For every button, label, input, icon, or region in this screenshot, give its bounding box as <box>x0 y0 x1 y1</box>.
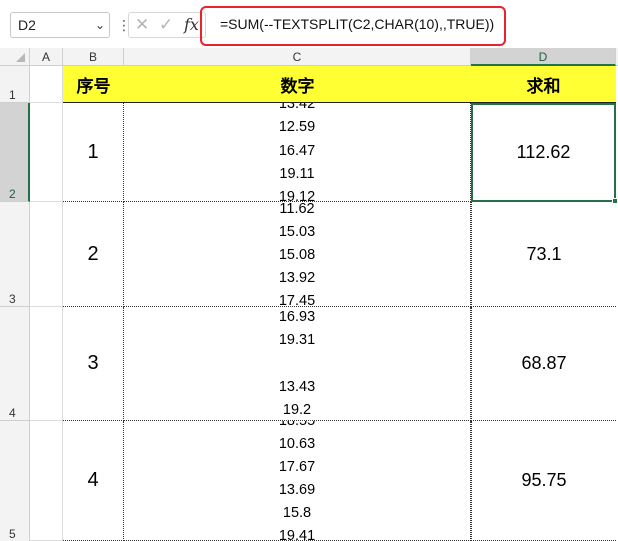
row-number: 5 <box>9 527 16 541</box>
cell-line: 18.55 <box>278 421 316 429</box>
cell-line: 19.41 <box>278 528 316 541</box>
cell-line: 16.47 <box>278 143 316 159</box>
column-header-d[interactable]: D <box>471 48 616 66</box>
cell-b3[interactable]: 2 <box>63 202 124 307</box>
cell-d4[interactable]: 68.87 <box>471 307 616 421</box>
fill-handle[interactable] <box>612 198 618 204</box>
cell-b2[interactable]: 1 <box>63 103 124 202</box>
formula-highlight-annotation <box>200 6 506 46</box>
cancel-icon[interactable]: ✕ <box>135 14 149 36</box>
cell-d3[interactable]: 73.1 <box>471 202 616 307</box>
row-header-bar: 1 2 3 4 5 <box>0 66 30 541</box>
row-header-4[interactable]: 4 <box>0 307 29 421</box>
cell-a5[interactable] <box>30 421 63 541</box>
cell-b4[interactable]: 3 <box>63 307 124 421</box>
select-all-icon <box>16 53 25 62</box>
cell-line: 15.08 <box>278 247 316 263</box>
cell-line: 17.67 <box>278 459 316 475</box>
cell-line: 13.42 <box>278 103 316 112</box>
cell-a3[interactable] <box>30 202 63 307</box>
column-header-bar: A B C D <box>0 48 618 66</box>
cell-c4[interactable]: 16.93 19.31 13.43 19.2 <box>124 307 471 421</box>
row-header-3[interactable]: 3 <box>0 202 29 307</box>
row-number: 2 <box>9 187 16 201</box>
name-box[interactable]: D2 ⌄ <box>10 12 110 38</box>
cell-line: 11.62 <box>279 202 315 217</box>
row-number: 3 <box>9 292 16 306</box>
name-box-value: D2 <box>18 17 36 33</box>
formula-bar-options-icon[interactable]: ⋮ <box>117 14 131 36</box>
cell-a2[interactable] <box>30 103 63 202</box>
cell-c5[interactable]: 18.55 10.63 17.67 13.69 15.8 19.41 <box>124 421 471 541</box>
cell-line: 13.43 <box>278 379 316 395</box>
cell-line: 19.2 <box>282 402 312 418</box>
row-number: 4 <box>9 406 16 420</box>
cell-c3[interactable]: 11.62 15.03 15.08 13.92 17.45 <box>124 202 471 307</box>
cell-line: 19.11 <box>279 166 315 182</box>
cell-d5[interactable]: 95.75 <box>471 421 616 541</box>
select-all-button[interactable] <box>0 48 30 66</box>
chevron-down-icon[interactable]: ⌄ <box>95 17 105 33</box>
cell-line: 19.31 <box>278 332 316 348</box>
formula-bar: D2 ⌄ ⋮ ✕ ✓ fx =SUM(--TEXTSPLIT(C2,CHAR(1… <box>0 0 618 48</box>
insert-function-icon[interactable]: fx <box>184 14 199 36</box>
cell-line: 12.59 <box>278 119 316 135</box>
enter-icon[interactable]: ✓ <box>159 14 173 36</box>
column-header-a[interactable]: A <box>30 48 63 66</box>
cell-b5[interactable]: 4 <box>63 421 124 541</box>
row-header-1[interactable]: 1 <box>0 66 29 103</box>
cell-a4[interactable] <box>30 307 63 421</box>
cell-d1[interactable]: 求和 <box>471 66 616 103</box>
cell-a1[interactable] <box>30 66 63 103</box>
cell-line: 13.92 <box>278 270 316 286</box>
row-number: 1 <box>9 88 16 102</box>
selection-border <box>471 103 616 202</box>
cell-line: 19.12 <box>278 189 316 202</box>
formula-buttons: ✕ ✓ fx <box>128 12 206 38</box>
cell-line: 17.45 <box>278 293 316 307</box>
column-header-c[interactable]: C <box>124 48 471 66</box>
worksheet-grid: 序号 数字 求和 1 13.42 12.59 16.47 19.11 19.12… <box>30 66 618 541</box>
row-header-2[interactable]: 2 <box>0 103 30 202</box>
row-header-5[interactable]: 5 <box>0 421 29 541</box>
cell-line: 16.93 <box>278 309 316 325</box>
column-header-b[interactable]: B <box>63 48 124 66</box>
cell-c2[interactable]: 13.42 12.59 16.47 19.11 19.12 <box>124 103 471 202</box>
cell-line: 15.03 <box>278 224 316 240</box>
cell-line: 10.63 <box>278 436 316 452</box>
cell-c1[interactable]: 数字 <box>124 66 471 103</box>
cell-line: 15.8 <box>282 505 312 521</box>
cell-line <box>124 355 470 372</box>
cell-line: 13.69 <box>278 482 316 498</box>
cell-b1[interactable]: 序号 <box>63 66 124 103</box>
